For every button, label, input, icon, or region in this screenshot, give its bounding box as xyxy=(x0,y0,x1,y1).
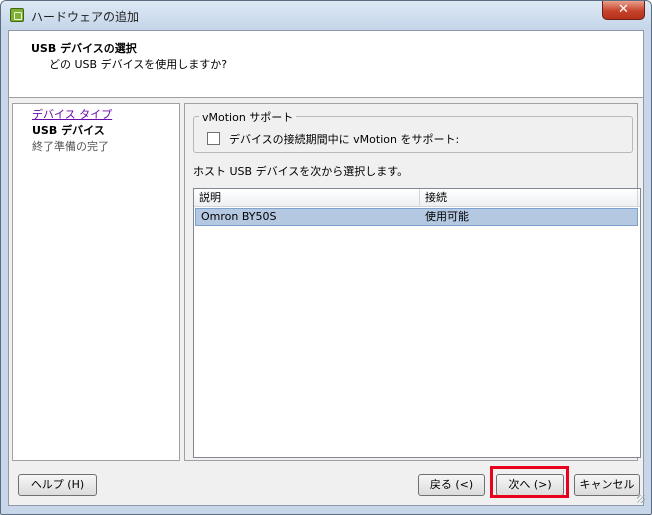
column-header-description[interactable]: 説明 xyxy=(194,189,420,206)
device-description-cell: Omron BY50S xyxy=(201,210,277,223)
close-button[interactable]: ✕ xyxy=(602,1,645,20)
page-title: USB デバイスの選択 xyxy=(31,42,137,55)
resize-grip-icon[interactable] xyxy=(637,495,645,503)
nav-item-ready-to-complete: 終了準備の完了 xyxy=(32,140,109,153)
nav-item-device-type[interactable]: デバイス タイプ xyxy=(32,106,112,122)
device-connection-cell: 使用可能 xyxy=(425,210,469,223)
wizard-header: USB デバイスの選択 どの USB デバイスを使用しますか? xyxy=(9,31,643,98)
vmotion-support-checkbox[interactable] xyxy=(207,132,220,145)
wizard-steps-nav: デバイス タイプ USB デバイス 終了準備の完了 xyxy=(12,103,180,461)
vmotion-support-group: vMotion サポート デバイスの接続期間中に vMotion をサポート: xyxy=(193,109,633,153)
back-button[interactable]: 戻る (<) xyxy=(418,474,485,496)
next-button-highlight-frame xyxy=(490,466,569,498)
window-title: ハードウェアの追加 xyxy=(31,10,140,24)
device-select-instruction: ホスト USB デバイスを次から選択します。 xyxy=(193,165,409,178)
hardware-app-icon xyxy=(10,8,24,22)
add-hardware-window: ハードウェアの追加 ✕ USB デバイスの選択 どの USB デバイスを使用しま… xyxy=(0,0,652,515)
list-header: 説明 接続 xyxy=(194,189,640,207)
dialog-client-area: USB デバイスの選択 どの USB デバイスを使用しますか? デバイス タイプ… xyxy=(8,30,645,506)
title-bar[interactable]: ハードウェアの追加 ✕ xyxy=(1,1,651,29)
nav-item-usb-device: USB デバイス xyxy=(32,124,105,137)
column-header-connection[interactable]: 接続 xyxy=(420,189,638,206)
help-button[interactable]: ヘルプ (H) xyxy=(18,474,97,496)
cancel-button[interactable]: キャンセル xyxy=(574,474,640,496)
table-row[interactable]: Omron BY50S 使用可能 xyxy=(195,208,638,226)
vmotion-checkbox-label[interactable]: デバイスの接続期間中に vMotion をサポート: xyxy=(229,131,459,147)
page-subtitle: どの USB デバイスを使用しますか? xyxy=(49,58,228,71)
usb-device-list[interactable]: 説明 接続 Omron BY50S 使用可能 xyxy=(193,188,641,458)
vmotion-group-label: vMotion サポート xyxy=(199,109,297,125)
usb-device-panel: vMotion サポート デバイスの接続期間中に vMotion をサポート: … xyxy=(184,103,641,461)
